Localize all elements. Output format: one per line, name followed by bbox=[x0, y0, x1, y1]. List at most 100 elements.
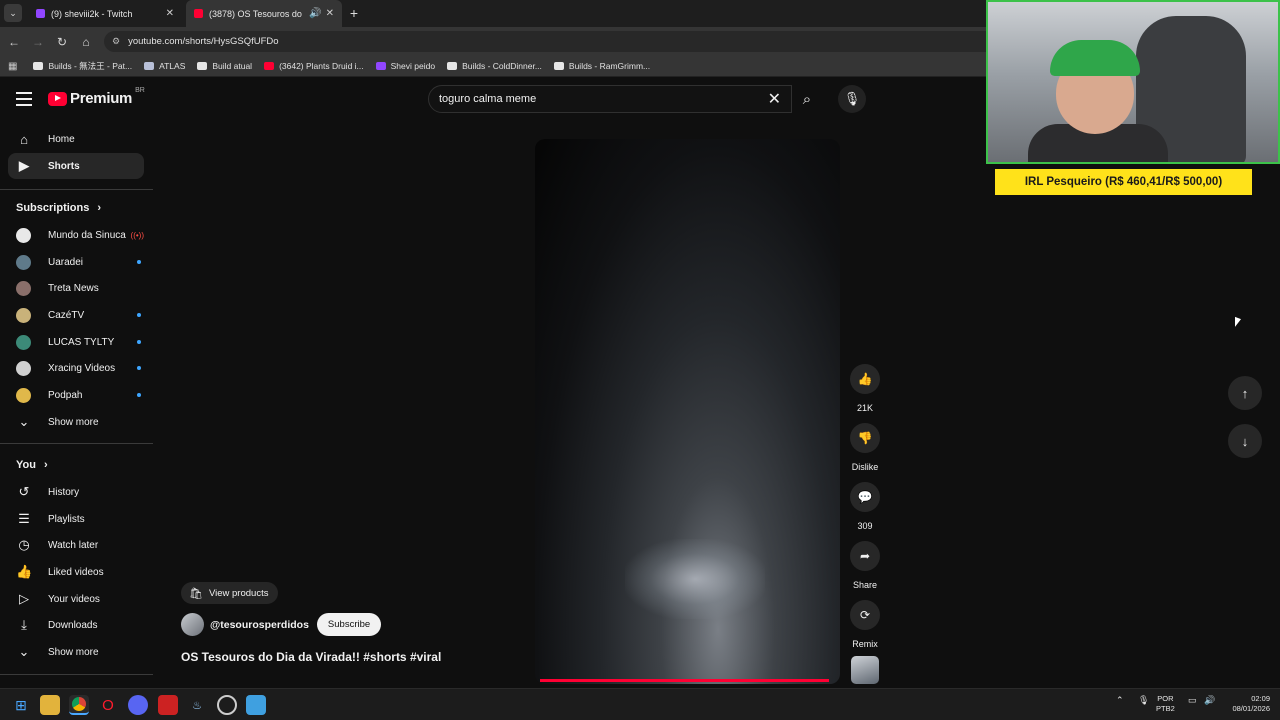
volume-icon[interactable]: 🔊 bbox=[1204, 695, 1215, 706]
tab-title: (3878) OS Tesouros do Dia bbox=[209, 8, 305, 19]
donation-goal-bar: IRL Pesqueiro (R$ 460,41/R$ 500,00) bbox=[995, 169, 1252, 195]
subscription-item[interactable]: Uaradei bbox=[8, 249, 144, 275]
like-button[interactable]: 👍 21K bbox=[846, 364, 884, 413]
reload-icon[interactable]: ↻ bbox=[54, 34, 70, 50]
subscription-item[interactable]: Treta News bbox=[8, 275, 144, 301]
subscription-item[interactable]: Podpah bbox=[8, 382, 144, 408]
bookmark-item[interactable]: ATLAS bbox=[144, 61, 185, 71]
share-label: Share bbox=[852, 580, 878, 590]
subscription-item[interactable]: LUCAS TYLTY bbox=[8, 329, 144, 355]
remix-label: Remix bbox=[852, 639, 878, 649]
close-tab-icon[interactable]: ✕ bbox=[166, 8, 174, 19]
live-icon: ((•)) bbox=[130, 230, 144, 240]
video-progress-bar[interactable] bbox=[540, 679, 830, 682]
youtube-premium-logo[interactable]: Premium BR bbox=[48, 87, 145, 107]
subscription-item[interactable]: Xracing Videos bbox=[8, 355, 144, 381]
like-icon: 👍 bbox=[16, 564, 33, 579]
next-short-button[interactable]: ↓ bbox=[1228, 424, 1262, 458]
apps-grid-icon[interactable]: ▦ bbox=[8, 61, 17, 72]
discord-icon[interactable] bbox=[128, 695, 148, 715]
opera-icon[interactable]: O bbox=[98, 695, 118, 715]
bookmark-item[interactable]: Shevi peido bbox=[375, 61, 435, 71]
bookmark-item[interactable]: Builds - 無法王 - Pat... bbox=[33, 60, 132, 72]
address-bar[interactable]: ⚙ youtube.com/shorts/HysGSQfUFDo bbox=[104, 31, 1004, 52]
sidebar-item-playlists[interactable]: ☰ Playlists bbox=[8, 506, 144, 532]
twitch-favicon-icon bbox=[36, 9, 45, 18]
sidebar-item-your-videos[interactable]: ▷ Your videos bbox=[8, 586, 144, 612]
mouse-cursor-icon bbox=[1235, 316, 1241, 330]
site-info-icon[interactable]: ⚙ bbox=[112, 36, 120, 47]
green-cap bbox=[1050, 40, 1140, 76]
speaker-icon[interactable]: 🔊 bbox=[309, 8, 321, 19]
remix-icon: ⟳ bbox=[850, 600, 880, 630]
dislike-button[interactable]: 👎 Dislike bbox=[846, 423, 884, 472]
view-products-button[interactable]: 🛍 View products bbox=[181, 582, 279, 604]
audio-source-thumbnail[interactable] bbox=[851, 656, 879, 684]
bookmark-item[interactable]: Builds - RamGrimm... bbox=[553, 61, 650, 71]
microphone-icon: 🎙 bbox=[843, 91, 861, 106]
channel-avatar bbox=[16, 254, 31, 270]
new-tab-button[interactable]: + bbox=[346, 5, 362, 21]
notepad-icon[interactable] bbox=[246, 695, 266, 715]
sidebar-item-watch-later[interactable]: ◷ Watch later bbox=[8, 532, 144, 558]
sidebar-item-label: Shorts bbox=[48, 160, 80, 172]
youtube-favicon-icon bbox=[194, 9, 203, 18]
input-language-indicator[interactable]: POR PTB2 bbox=[1156, 694, 1175, 714]
search-button[interactable]: ⌕ bbox=[790, 85, 824, 113]
sidebar-item-home[interactable]: ⌂ Home bbox=[8, 126, 144, 152]
tab-search-button[interactable]: ⌄ bbox=[4, 4, 22, 22]
bookmark-item[interactable]: Builds - ColdDinner... bbox=[447, 61, 542, 71]
browser-tab-twitch[interactable]: (9) sheviii2k - Twitch ✕ bbox=[28, 0, 182, 27]
obs-icon[interactable] bbox=[217, 695, 237, 715]
search-input[interactable]: toguro calma meme ✕ bbox=[428, 85, 792, 113]
show-hidden-icons-chevron-icon[interactable]: ⌃ bbox=[1116, 695, 1124, 706]
clear-search-icon[interactable]: ✕ bbox=[768, 89, 781, 109]
arrow-down-icon: ↓ bbox=[1241, 433, 1249, 449]
new-content-dot bbox=[137, 393, 141, 397]
search-query-text: toguro calma meme bbox=[439, 93, 537, 105]
voice-search-button[interactable]: 🎙 bbox=[838, 85, 866, 113]
menu-icon[interactable] bbox=[16, 92, 32, 106]
subscriptions-heading[interactable]: Subscriptions › bbox=[16, 202, 101, 214]
streamer-webcam-overlay bbox=[986, 0, 1280, 164]
back-arrow-icon[interactable]: ← bbox=[6, 34, 22, 50]
logo-text: Premium bbox=[70, 90, 133, 107]
file-explorer-icon[interactable] bbox=[40, 695, 60, 715]
address-text: youtube.com/shorts/HysGSQfUFDo bbox=[128, 36, 279, 47]
you-heading[interactable]: You › bbox=[16, 459, 48, 471]
channel-name[interactable]: @tesourosperdidos bbox=[210, 619, 309, 631]
subscribe-button[interactable]: Subscribe bbox=[316, 613, 382, 636]
previous-short-button[interactable]: ↑ bbox=[1228, 376, 1262, 410]
steam-icon[interactable]: ♨ bbox=[187, 695, 207, 715]
you-show-more[interactable]: ⌄ Show more bbox=[8, 639, 144, 665]
channel-avatar[interactable] bbox=[181, 613, 204, 636]
subscription-item[interactable]: CazéTV bbox=[8, 302, 144, 328]
forward-arrow-icon[interactable]: → bbox=[30, 34, 46, 50]
subscription-item[interactable]: Mundo da Sinuca ((•)) bbox=[8, 222, 144, 248]
close-tab-icon[interactable]: ✕ bbox=[326, 8, 334, 19]
system-clock[interactable]: 02:09 08/01/2026 bbox=[1226, 694, 1270, 714]
app-icon[interactable] bbox=[158, 695, 178, 715]
browser-tab-youtube[interactable]: (3878) OS Tesouros do Dia 🔊 ✕ bbox=[186, 0, 342, 27]
sidebar-item-liked-videos[interactable]: 👍 Liked videos bbox=[8, 559, 144, 585]
bookmark-item[interactable]: (3642) Plants Druid i... bbox=[264, 61, 364, 71]
short-video-player[interactable] bbox=[535, 139, 840, 684]
download-icon: ⤓ bbox=[21, 617, 27, 632]
comments-button[interactable]: 💬 309 bbox=[846, 482, 884, 531]
network-icon[interactable]: ▭ bbox=[1188, 695, 1197, 706]
windows-start-icon[interactable]: ⊞ bbox=[11, 695, 31, 715]
sidebar-item-downloads[interactable]: ⤓ Downloads bbox=[8, 612, 144, 638]
sidebar-divider bbox=[0, 443, 153, 444]
search-icon: ⌕ bbox=[802, 90, 812, 108]
share-button[interactable]: ➦ Share bbox=[846, 541, 884, 590]
chrome-icon[interactable] bbox=[69, 695, 89, 715]
subscriptions-show-more[interactable]: ⌄ Show more bbox=[8, 409, 144, 435]
sidebar-item-history[interactable]: ↺ History bbox=[8, 479, 144, 505]
remix-button[interactable]: ⟳ Remix bbox=[846, 600, 884, 649]
home-icon[interactable]: ⌂ bbox=[78, 34, 94, 50]
new-content-dot bbox=[137, 366, 141, 370]
bookmark-item[interactable]: Build atual bbox=[197, 61, 252, 71]
microphone-tray-icon[interactable]: 🎙 bbox=[1138, 695, 1149, 706]
new-content-dot bbox=[137, 260, 141, 264]
sidebar-item-shorts[interactable]: ▶ Shorts bbox=[8, 153, 144, 179]
